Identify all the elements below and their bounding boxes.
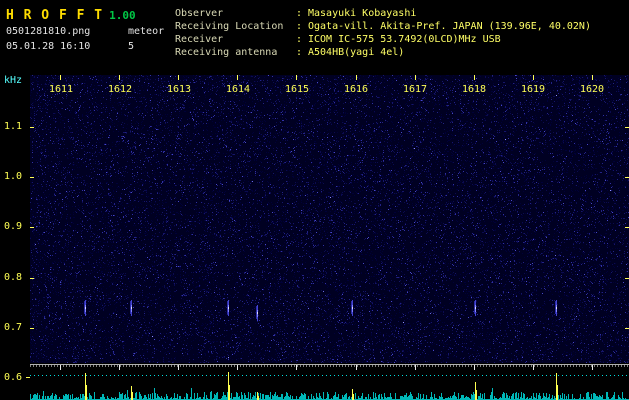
frequency-tick-label: 1.1	[4, 121, 23, 132]
header: H R O F F T 1.00 0501281810.png meteor 05…	[0, 0, 629, 75]
spectrogram-canvas	[30, 75, 629, 363]
info-label: Receiving antenna	[175, 47, 278, 58]
info-row-antenna: Receiving antenna: A504HB(yagi 4el)	[175, 46, 591, 59]
time-tick-label: 1611	[48, 84, 74, 95]
info-row-receiver: Receiver: ICOM IC-575 53.7492(0LCD)MHz US…	[175, 33, 591, 46]
info-colon: :	[296, 8, 303, 19]
frequency-tick-mark	[26, 377, 30, 378]
time-tick-label: 1614	[225, 84, 251, 95]
time-tick-label: 1617	[402, 84, 428, 95]
info-row-observer: Observer: Masayuki Kobayashi	[175, 7, 591, 20]
file-line: 0501281810.png meteor	[6, 26, 164, 38]
time-tick-label: 1620	[579, 84, 605, 95]
frequency-axis-unit: kHz	[4, 75, 23, 86]
meteor-count: 5	[128, 41, 135, 52]
info-label: Receiving Location	[175, 21, 284, 32]
time-tick-label: 1616	[343, 84, 369, 95]
time-tick-label: 1615	[284, 84, 310, 95]
observation-mode: meteor	[128, 26, 165, 37]
app-title: H R O F F T	[6, 8, 104, 23]
info-value: Ogata-vill. Akita-Pref. JAPAN (139.96E, …	[308, 21, 591, 32]
time-tick-label: 1612	[107, 84, 133, 95]
header-left: H R O F F T 1.00 0501281810.png meteor 05…	[6, 4, 164, 53]
time-tick-label: 1618	[461, 84, 487, 95]
info-label: Receiver	[175, 34, 224, 45]
time-tick-label: 1613	[166, 84, 192, 95]
time-line: 05.01.28 16:10 5	[6, 41, 164, 53]
frequency-tick-label: 1.0	[4, 171, 23, 182]
time-tick-label: 1619	[520, 84, 546, 95]
output-filename: 0501281810.png	[6, 26, 91, 37]
time-ruler	[30, 363, 629, 371]
info-colon: :	[296, 47, 303, 58]
app-version: 1.00	[109, 9, 136, 22]
station-info: Observer: Masayuki Kobayashi Receiving Lo…	[175, 7, 591, 59]
hrofft-window: H R O F F T 1.00 0501281810.png meteor 05…	[0, 0, 629, 400]
start-datetime: 05.01.28 16:10	[6, 41, 91, 52]
signal-level-strip	[30, 371, 629, 400]
frequency-tick-label: 0.9	[4, 221, 23, 232]
info-value: Masayuki Kobayashi	[308, 8, 417, 19]
info-label: Observer	[175, 8, 224, 19]
title-line: H R O F F T 1.00	[6, 4, 164, 23]
info-colon: :	[296, 34, 303, 45]
info-value: A504HB(yagi 4el)	[308, 47, 405, 58]
info-row-location: Receiving Location: Ogata-vill. Akita-Pre…	[175, 20, 591, 33]
frequency-tick-label: 0.8	[4, 272, 23, 283]
info-value: ICOM IC-575 53.7492(0LCD)MHz USB	[308, 34, 501, 45]
frequency-tick-label: 0.6	[4, 372, 23, 383]
info-colon: :	[296, 21, 303, 32]
frequency-tick-label: 0.7	[4, 322, 23, 333]
